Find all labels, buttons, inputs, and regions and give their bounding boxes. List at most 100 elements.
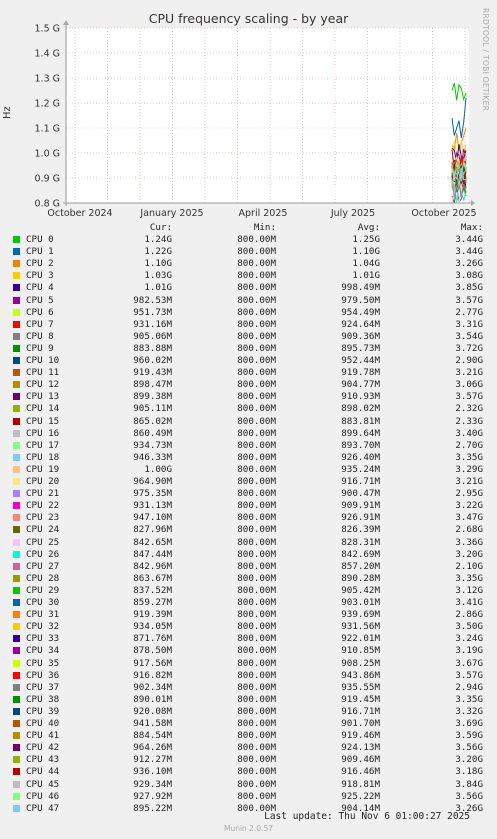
legend-row: CPU 4 1.01G 800.00M 998.49M 3.85G	[0, 282, 497, 294]
legend-series-name: CPU 38	[26, 693, 60, 705]
legend-max-value: 3.24G	[455, 633, 483, 645]
legend-row: CPU 25 842.65M 800.00M 828.31M 3.36G	[0, 537, 497, 549]
x-tick-label: April 2025	[239, 208, 288, 219]
legend-swatch	[13, 768, 20, 776]
legend-avg-value: 918.81M	[341, 778, 380, 790]
legend-min-value: 800.00M	[237, 330, 276, 342]
legend-series-name: CPU 27	[26, 560, 60, 572]
legend-max-value: 3.21G	[455, 476, 483, 487]
legend-series-name: CPU 5	[26, 294, 54, 306]
legend-swatch	[13, 647, 20, 655]
legend-min-value: 800.00M	[237, 246, 276, 258]
legend-min-value: 800.00M	[237, 645, 276, 657]
x-tick-label: July 2025	[330, 208, 375, 219]
legend-cur-value: 890.01M	[133, 693, 172, 705]
legend-swatch	[13, 417, 20, 425]
legend-swatch	[13, 707, 20, 715]
legend-row: CPU 45 929.34M 800.00M 918.81M 3.84G	[0, 779, 497, 791]
legend-avg-value: 1.25G	[352, 234, 380, 245]
legend-avg-value: 924.13M	[341, 742, 380, 754]
legend-row: CPU 41 884.54M 800.00M 919.46M 3.59G	[0, 730, 497, 742]
legend-avg-value: 952.44M	[341, 355, 380, 366]
legend-avg-value: 842.69M	[341, 548, 380, 560]
legend-row: CPU 34 878.50M 800.00M 910.85M 3.19G	[0, 645, 497, 657]
legend-min-value: 800.00M	[237, 536, 276, 548]
legend-cur-value: 1.24G	[144, 234, 172, 245]
legend-row: CPU 33 871.76M 800.00M 922.01M 3.24G	[0, 633, 497, 645]
legend-swatch	[13, 296, 20, 304]
legend-swatch	[13, 744, 20, 752]
legend-min-value: 800.00M	[237, 584, 276, 596]
legend-swatch	[13, 344, 20, 352]
legend-series-name: CPU 11	[26, 367, 60, 379]
legend-min-value: 800.00M	[237, 621, 276, 633]
legend-series-name: CPU 30	[26, 597, 60, 608]
legend-max-value: 2.32G	[455, 403, 483, 415]
legend-max-value: 3.85G	[455, 282, 483, 294]
x-tick-label: October 2024	[47, 208, 112, 219]
legend-avg-value: 890.28M	[341, 572, 380, 584]
legend-cur-value: 905.06M	[133, 330, 172, 342]
legend-min-value: 800.00M	[237, 742, 276, 754]
legend-cur-value: 871.76M	[133, 633, 172, 645]
legend-swatch	[13, 720, 20, 727]
y-tick-label: 1.4 G	[35, 49, 61, 60]
legend-series-name: CPU 39	[26, 705, 60, 717]
column-header: Max:	[460, 222, 483, 233]
legend-avg-value: 935.24M	[341, 463, 380, 475]
legend-series-name: CPU 17	[26, 439, 60, 451]
y-tick-label: 1.3 G	[35, 74, 61, 85]
legend-row: CPU 6 951.73M 800.00M 954.49M 2.77G	[0, 307, 497, 319]
legend-row: CPU 5 982.53M 800.00M 979.50M 3.57G	[0, 295, 497, 307]
legend-min-value: 800.00M	[237, 318, 276, 330]
legend-max-value: 3.69G	[455, 718, 483, 729]
legend-cur-value: 917.56M	[133, 657, 172, 669]
legend-min-value: 800.00M	[237, 463, 276, 475]
legend-avg-value: 904.77M	[341, 379, 380, 391]
column-header: Min:	[253, 222, 276, 233]
plot-area: 0.8 G0.9 G1.0 G1.1 G1.2 G1.3 G1.4 G1.5 G…	[35, 20, 477, 219]
legend-swatch	[13, 320, 20, 328]
legend-max-value: 3.26G	[455, 258, 483, 270]
legend-swatch	[13, 550, 20, 558]
legend-swatch	[13, 780, 20, 788]
legend-cur-value: 905.11M	[133, 403, 172, 415]
legend-series-name: CPU 26	[26, 548, 60, 560]
legend-max-value: 3.67G	[455, 657, 483, 669]
x-tick-label: January 2025	[139, 208, 203, 219]
legend-cur-value: 912.27M	[133, 754, 172, 766]
legend-series-name: CPU 29	[26, 584, 60, 596]
legend-avg-value: 922.01M	[341, 633, 380, 645]
legend-row: CPU 46 927.92M 800.00M 925.22M 3.56G	[0, 791, 497, 803]
legend-series-name: CPU 21	[26, 488, 60, 500]
legend-min-value: 800.00M	[237, 306, 276, 318]
legend-row: CPU 2 1.10G 800.00M 1.04G 3.26G	[0, 258, 497, 270]
legend-series-name: CPU 32	[26, 621, 60, 633]
legend-row: CPU 0 1.24G 800.00M 1.25G 3.44G	[0, 234, 497, 246]
legend-series-name: CPU 10	[26, 355, 60, 366]
legend-avg-value: 954.49M	[341, 306, 380, 318]
legend-max-value: 2.33G	[455, 415, 483, 427]
legend-series-name: CPU 22	[26, 500, 60, 512]
y-tick-label: 1.0 G	[35, 149, 61, 160]
legend-min-value: 800.00M	[237, 633, 276, 645]
legend-max-value: 3.32G	[455, 705, 483, 717]
y-tick-label: 1.5 G	[35, 24, 61, 35]
legend-min-value: 800.00M	[237, 270, 276, 282]
legend-cur-value: 941.58M	[133, 718, 172, 729]
legend-row: CPU 11 919.43M 800.00M 919.78M 3.21G	[0, 367, 497, 379]
legend-max-value: 2.90G	[455, 355, 483, 366]
legend-cur-value: 842.65M	[133, 536, 172, 548]
legend-swatch	[13, 381, 20, 389]
legend-avg-value: 909.36M	[341, 330, 380, 342]
legend-row: CPU 39 920.08M 800.00M 916.71M 3.32G	[0, 706, 497, 718]
legend-avg-value: 935.55M	[341, 681, 380, 693]
legend-avg-value: 893.70M	[341, 439, 380, 451]
legend-max-value: 3.56G	[455, 742, 483, 754]
legend-min-value: 800.00M	[237, 415, 276, 427]
legend-row: CPU 32 934.05M 800.00M 931.56M 3.50G	[0, 621, 497, 633]
legend-avg-value: 1.04G	[352, 258, 380, 270]
legend-max-value: 3.50G	[455, 621, 483, 633]
y-tick-label: 1.2 G	[35, 99, 61, 110]
legend-min-value: 800.00M	[237, 681, 276, 693]
